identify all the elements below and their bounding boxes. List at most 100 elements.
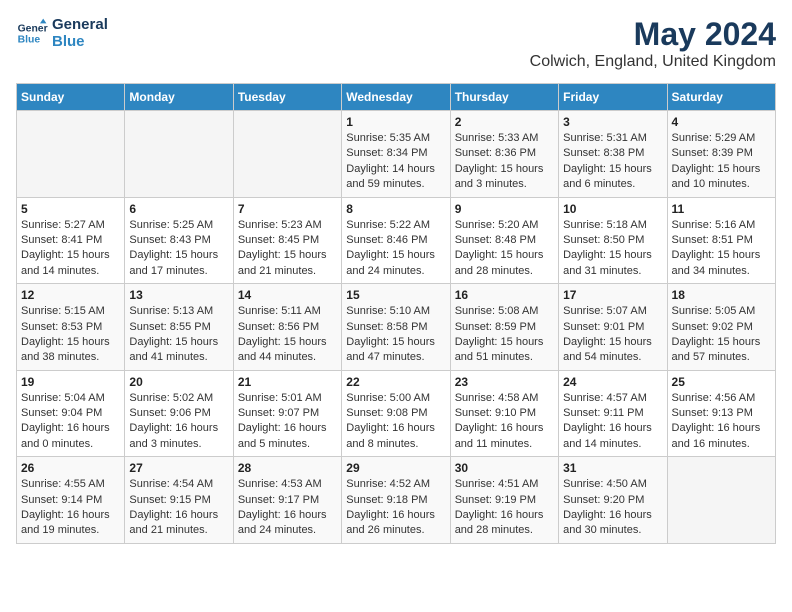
sunrise-text: Sunrise: 4:53 AM bbox=[238, 477, 337, 492]
day-info: Sunrise: 5:20 AMSunset: 8:48 PMDaylight:… bbox=[455, 218, 554, 280]
day-number: 11 bbox=[672, 202, 771, 216]
sunrise-text: Sunrise: 4:57 AM bbox=[563, 391, 662, 406]
calendar-cell: 23Sunrise: 4:58 AMSunset: 9:10 PMDayligh… bbox=[450, 370, 558, 457]
daylight-text: Daylight: 16 hours and 24 minutes. bbox=[238, 508, 337, 539]
day-number: 28 bbox=[238, 461, 337, 475]
col-header-monday: Monday bbox=[125, 84, 233, 111]
sunset-text: Sunset: 8:36 PM bbox=[455, 146, 554, 161]
day-number: 22 bbox=[346, 375, 445, 389]
sunrise-text: Sunrise: 5:31 AM bbox=[563, 131, 662, 146]
col-header-friday: Friday bbox=[559, 84, 667, 111]
calendar-cell: 11 Sunrise: 5:16 AMSunset: 8:51 PMDayligh… bbox=[667, 197, 775, 284]
sunset-text: Sunset: 9:01 PM bbox=[563, 320, 662, 335]
day-info: Sunrise: 5:23 AMSunset: 8:45 PMDaylight:… bbox=[238, 218, 337, 280]
col-header-tuesday: Tuesday bbox=[233, 84, 341, 111]
sunrise-text: Sunrise: 5:35 AM bbox=[346, 131, 445, 146]
sunrise-text: Sunrise: 5:23 AM bbox=[238, 218, 337, 233]
calendar-cell: 14Sunrise: 5:11 AMSunset: 8:56 PMDayligh… bbox=[233, 284, 341, 371]
sunset-text: Sunset: 9:15 PM bbox=[129, 493, 228, 508]
day-info: Sunrise: 5:04 AMSunset: 9:04 PMDaylight:… bbox=[21, 391, 120, 453]
calendar-cell: 12Sunrise: 5:15 AMSunset: 8:53 PMDayligh… bbox=[17, 284, 125, 371]
daylight-text: Daylight: 14 hours and 59 minutes. bbox=[346, 162, 445, 193]
daylight-text: Daylight: 16 hours and 5 minutes. bbox=[238, 421, 337, 452]
daylight-text: Daylight: 15 hours and 44 minutes. bbox=[238, 335, 337, 366]
day-info: Sunrise: 5:22 AMSunset: 8:46 PMDaylight:… bbox=[346, 218, 445, 280]
sunset-text: Sunset: 8:45 PM bbox=[238, 233, 337, 248]
day-number: 7 bbox=[238, 202, 337, 216]
calendar-cell: 18Sunrise: 5:05 AMSunset: 9:02 PMDayligh… bbox=[667, 284, 775, 371]
calendar-cell: 31Sunrise: 4:50 AMSunset: 9:20 PMDayligh… bbox=[559, 457, 667, 544]
daylight-text: Daylight: 16 hours and 11 minutes. bbox=[455, 421, 554, 452]
sunrise-text: Sunrise: 5:27 AM bbox=[21, 218, 120, 233]
sunrise-text: Sunrise: 4:50 AM bbox=[563, 477, 662, 492]
sunset-text: Sunset: 9:20 PM bbox=[563, 493, 662, 508]
day-number: 27 bbox=[129, 461, 228, 475]
day-info: Sunrise: 5:35 AMSunset: 8:34 PMDaylight:… bbox=[346, 131, 445, 193]
calendar-cell: 22 Sunrise: 5:00 AMSunset: 9:08 PMDayligh… bbox=[342, 370, 450, 457]
day-info: Sunrise: 5:11 AMSunset: 8:56 PMDaylight:… bbox=[238, 304, 337, 366]
calendar-cell: 10Sunrise: 5:18 AMSunset: 8:50 PMDayligh… bbox=[559, 197, 667, 284]
daylight-text: Daylight: 15 hours and 47 minutes. bbox=[346, 335, 445, 366]
sunrise-text: Sunrise: 5:02 AM bbox=[129, 391, 228, 406]
day-info: Sunrise: 5:25 AMSunset: 8:43 PMDaylight:… bbox=[129, 218, 228, 280]
day-info: Sunrise: 5:10 AMSunset: 8:58 PMDaylight:… bbox=[346, 304, 445, 366]
calendar-cell: 15Sunrise: 5:10 AMSunset: 8:58 PMDayligh… bbox=[342, 284, 450, 371]
sunset-text: Sunset: 9:10 PM bbox=[455, 406, 554, 421]
sunrise-text: Sunrise: 5:16 AM bbox=[672, 218, 771, 233]
sunrise-text: Sunrise: 5:20 AM bbox=[455, 218, 554, 233]
sunrise-text: Sunrise: 4:58 AM bbox=[455, 391, 554, 406]
calendar-cell bbox=[233, 111, 341, 198]
day-info: Sunrise: 5:33 AMSunset: 8:36 PMDaylight:… bbox=[455, 131, 554, 193]
day-info: Sunrise: 4:54 AMSunset: 9:15 PMDaylight:… bbox=[129, 477, 228, 539]
daylight-text: Daylight: 15 hours and 24 minutes. bbox=[346, 248, 445, 279]
calendar-cell: 29Sunrise: 4:52 AMSunset: 9:18 PMDayligh… bbox=[342, 457, 450, 544]
daylight-text: Daylight: 16 hours and 3 minutes. bbox=[129, 421, 228, 452]
day-info: Sunrise: 5:08 AMSunset: 8:59 PMDaylight:… bbox=[455, 304, 554, 366]
calendar-cell: 1 Sunrise: 5:35 AMSunset: 8:34 PMDaylight… bbox=[342, 111, 450, 198]
daylight-text: Daylight: 15 hours and 6 minutes. bbox=[563, 162, 662, 193]
daylight-text: Daylight: 15 hours and 3 minutes. bbox=[455, 162, 554, 193]
sunset-text: Sunset: 8:41 PM bbox=[21, 233, 120, 248]
sunset-text: Sunset: 8:55 PM bbox=[129, 320, 228, 335]
day-number: 1 bbox=[346, 115, 445, 129]
day-info: Sunrise: 4:52 AMSunset: 9:18 PMDaylight:… bbox=[346, 477, 445, 539]
calendar-cell: 17Sunrise: 5:07 AMSunset: 9:01 PMDayligh… bbox=[559, 284, 667, 371]
day-info: Sunrise: 5:00 AMSunset: 9:08 PMDaylight:… bbox=[346, 391, 445, 453]
day-info: Sunrise: 4:50 AMSunset: 9:20 PMDaylight:… bbox=[563, 477, 662, 539]
daylight-text: Daylight: 16 hours and 14 minutes. bbox=[563, 421, 662, 452]
day-info: Sunrise: 4:58 AMSunset: 9:10 PMDaylight:… bbox=[455, 391, 554, 453]
day-info: Sunrise: 5:16 AMSunset: 8:51 PMDaylight:… bbox=[672, 218, 771, 280]
calendar-cell bbox=[17, 111, 125, 198]
logo-line2: Blue bbox=[52, 33, 108, 50]
day-number: 9 bbox=[455, 202, 554, 216]
sunset-text: Sunset: 8:50 PM bbox=[563, 233, 662, 248]
sunrise-text: Sunrise: 5:15 AM bbox=[21, 304, 120, 319]
sunset-text: Sunset: 8:56 PM bbox=[238, 320, 337, 335]
calendar-cell: 21Sunrise: 5:01 AMSunset: 9:07 PMDayligh… bbox=[233, 370, 341, 457]
sunset-text: Sunset: 8:34 PM bbox=[346, 146, 445, 161]
day-info: Sunrise: 5:07 AMSunset: 9:01 PMDaylight:… bbox=[563, 304, 662, 366]
sunrise-text: Sunrise: 5:29 AM bbox=[672, 131, 771, 146]
sunrise-text: Sunrise: 4:51 AM bbox=[455, 477, 554, 492]
day-number: 13 bbox=[129, 288, 228, 302]
calendar-cell: 7 Sunrise: 5:23 AMSunset: 8:45 PMDaylight… bbox=[233, 197, 341, 284]
day-number: 25 bbox=[672, 375, 771, 389]
day-info: Sunrise: 5:15 AMSunset: 8:53 PMDaylight:… bbox=[21, 304, 120, 366]
day-number: 6 bbox=[129, 202, 228, 216]
sunset-text: Sunset: 9:02 PM bbox=[672, 320, 771, 335]
col-header-saturday: Saturday bbox=[667, 84, 775, 111]
daylight-text: Daylight: 15 hours and 28 minutes. bbox=[455, 248, 554, 279]
calendar-cell bbox=[667, 457, 775, 544]
col-header-thursday: Thursday bbox=[450, 84, 558, 111]
day-info: Sunrise: 4:53 AMSunset: 9:17 PMDaylight:… bbox=[238, 477, 337, 539]
day-info: Sunrise: 5:05 AMSunset: 9:02 PMDaylight:… bbox=[672, 304, 771, 366]
sunset-text: Sunset: 8:53 PM bbox=[21, 320, 120, 335]
calendar-cell: 4Sunrise: 5:29 AMSunset: 8:39 PMDaylight… bbox=[667, 111, 775, 198]
calendar-cell: 26Sunrise: 4:55 AMSunset: 9:14 PMDayligh… bbox=[17, 457, 125, 544]
day-info: Sunrise: 5:27 AMSunset: 8:41 PMDaylight:… bbox=[21, 218, 120, 280]
calendar-cell: 16Sunrise: 5:08 AMSunset: 8:59 PMDayligh… bbox=[450, 284, 558, 371]
calendar-cell: 20Sunrise: 5:02 AMSunset: 9:06 PMDayligh… bbox=[125, 370, 233, 457]
sunrise-text: Sunrise: 5:07 AM bbox=[563, 304, 662, 319]
sunset-text: Sunset: 9:19 PM bbox=[455, 493, 554, 508]
sunrise-text: Sunrise: 5:08 AM bbox=[455, 304, 554, 319]
